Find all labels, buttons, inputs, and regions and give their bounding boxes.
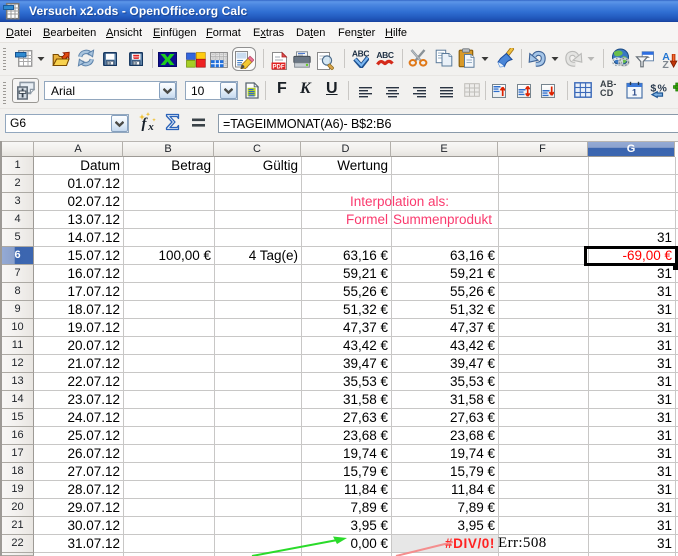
svg-text:1: 1 bbox=[632, 88, 637, 98]
svg-text:ABC: ABC bbox=[376, 50, 393, 60]
svg-text:Z: Z bbox=[662, 59, 669, 68]
svg-text:x: x bbox=[147, 121, 154, 132]
svg-text:PDF: PDF bbox=[273, 64, 285, 70]
